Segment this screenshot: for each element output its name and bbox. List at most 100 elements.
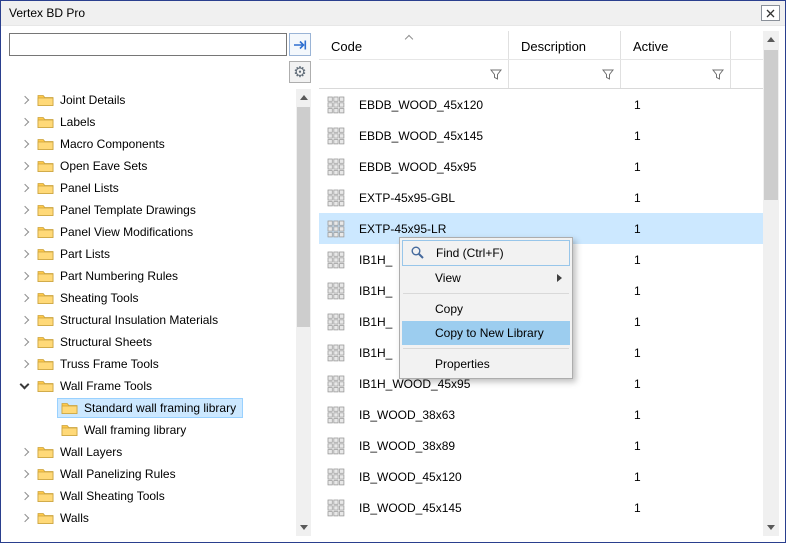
active-cell: 1 [621,129,731,143]
active-cell: 1 [621,160,731,174]
table-row-extp-45x95-gbl[interactable]: EXTP-45x95-GBL 1 [319,182,763,213]
tree-item-sheating-tools[interactable]: Sheating Tools [9,287,295,309]
search-icon [410,245,426,261]
tree-scroll-up-icon[interactable] [296,89,311,106]
table-scroll-up-icon[interactable] [763,31,779,48]
tree-item-label: Standard wall framing library [84,401,236,415]
chevron-icon[interactable] [17,268,33,284]
chevron-icon[interactable] [17,224,33,240]
chevron-icon[interactable] [17,180,33,196]
chevron-icon[interactable] [17,334,33,350]
table-scrollbar-thumb[interactable] [764,50,778,200]
chevron-icon[interactable] [17,510,33,526]
chevron-icon[interactable] [17,246,33,262]
grid-icon [327,282,345,300]
chevron-icon[interactable] [17,312,33,328]
table-row-ebdb-wood-45x95[interactable]: EBDB_WOOD_45x95 1 [319,151,763,182]
folder-tree: Joint Details Labels Macro Components [9,89,295,536]
tree-item-label: Truss Frame Tools [60,357,159,371]
tree-item-structural-sheets[interactable]: Structural Sheets [9,331,295,353]
grid-icon [327,344,345,362]
tree-item-panel-template-drawings[interactable]: Panel Template Drawings [9,199,295,221]
tree-item-walls[interactable]: Walls [9,507,295,529]
table-row-ebdb-wood-45x145[interactable]: EBDB_WOOD_45x145 1 [319,120,763,151]
tree-item-wall-layers[interactable]: Wall Layers [9,441,295,463]
filter-button-description[interactable] [598,66,616,83]
folder-icon [37,511,54,525]
titlebar: Vertex BD Pro [1,1,785,26]
grid-icon [327,437,345,455]
menu-item-properties[interactable]: Properties [402,352,570,376]
filter-cell-active [621,60,731,88]
search-go-button[interactable] [289,33,311,56]
chevron-icon[interactable] [17,488,33,504]
grid-icon [327,96,345,114]
menu-item-copy[interactable]: Copy [402,297,570,321]
chevron-icon[interactable] [17,202,33,218]
chevron-icon[interactable] [17,114,33,130]
table-row-ib-wood-38x63[interactable]: IB_WOOD_38x63 1 [319,399,763,430]
tree-scrollbar[interactable] [296,89,311,536]
tree-item-standard-wall-framing-library[interactable]: Standard wall framing library [9,397,295,419]
chevron-icon[interactable] [17,290,33,306]
close-button[interactable] [761,5,780,21]
menu-separator [403,293,569,294]
folder-icon [37,467,54,481]
tree-item-wall-sheating-tools[interactable]: Wall Sheating Tools [9,485,295,507]
active-cell: 1 [621,222,731,236]
tree-item-macro-components[interactable]: Macro Components [9,133,295,155]
tree-item-part-numbering-rules[interactable]: Part Numbering Rules [9,265,295,287]
column-header-active[interactable]: Active [621,31,731,59]
chevron-icon[interactable] [17,158,33,174]
filter-button-code[interactable] [486,66,504,83]
tree-item-panel-lists[interactable]: Panel Lists [9,177,295,199]
chevron-icon[interactable] [17,136,33,152]
chevron-icon[interactable] [17,444,33,460]
chevron-icon[interactable] [17,466,33,482]
chevron-icon[interactable] [17,92,33,108]
chevron-icon[interactable] [17,378,33,394]
filter-button-active[interactable] [708,66,726,83]
tree-item-labels[interactable]: Labels [9,111,295,133]
left-panel: ⚙ Joint Details Labels [9,33,311,536]
filter-cell-description [509,60,621,88]
search-input[interactable] [9,33,287,56]
table-scrollbar[interactable] [763,31,779,536]
tree-scrollbar-thumb[interactable] [297,107,310,327]
active-cell: 1 [621,346,731,360]
tree-item-part-lists[interactable]: Part Lists [9,243,295,265]
tree-item-open-eave-sets[interactable]: Open Eave Sets [9,155,295,177]
active-cell: 1 [621,501,731,515]
tree-item-wall-framing-library[interactable]: Wall framing library [9,419,295,441]
tree-item-joint-details[interactable]: Joint Details [9,89,295,111]
menu-item-copy-to-new-library[interactable]: Copy to New Library [402,321,570,345]
tree-item-structural-insulation-materials[interactable]: Structural Insulation Materials [9,309,295,331]
grid-icon [327,158,345,176]
menu-item-view[interactable]: View [402,266,570,290]
tree-item-wall-frame-tools[interactable]: Wall Frame Tools [9,375,295,397]
folder-icon [37,269,54,283]
menu-item-find-ctrl-f[interactable]: Find (Ctrl+F) [402,240,570,266]
code-cell: EXTP-45x95-GBL [359,191,455,205]
tree-item-wall-panelizing-rules[interactable]: Wall Panelizing Rules [9,463,295,485]
tree-item-label: Wall Frame Tools [60,379,152,393]
chevron-icon[interactable] [17,356,33,372]
folder-icon [37,379,54,393]
code-cell: IB1H_ [359,346,392,360]
tree-scroll-down-icon[interactable] [296,519,311,536]
column-header-description[interactable]: Description [509,31,621,59]
active-cell: 1 [621,98,731,112]
tree-item-label: Wall Layers [60,445,122,459]
tree-item-truss-frame-tools[interactable]: Truss Frame Tools [9,353,295,375]
column-header-code[interactable]: Code [319,31,509,59]
tree-item-label: Part Lists [60,247,110,261]
table-scroll-down-icon[interactable] [763,519,779,536]
table-row-ib-wood-45x120[interactable]: IB_WOOD_45x120 1 [319,461,763,492]
table-row-ebdb-wood-45x120[interactable]: EBDB_WOOD_45x120 1 [319,89,763,120]
tree-item-panel-view-modifications[interactable]: Panel View Modifications [9,221,295,243]
table-row-ib-wood-38x89[interactable]: IB_WOOD_38x89 1 [319,430,763,461]
table-row-ib-wood-45x145[interactable]: IB_WOOD_45x145 1 [319,492,763,523]
menu-item-label: Properties [435,357,490,371]
tree-item-label: Panel View Modifications [60,225,193,239]
settings-button[interactable]: ⚙ [289,61,311,83]
